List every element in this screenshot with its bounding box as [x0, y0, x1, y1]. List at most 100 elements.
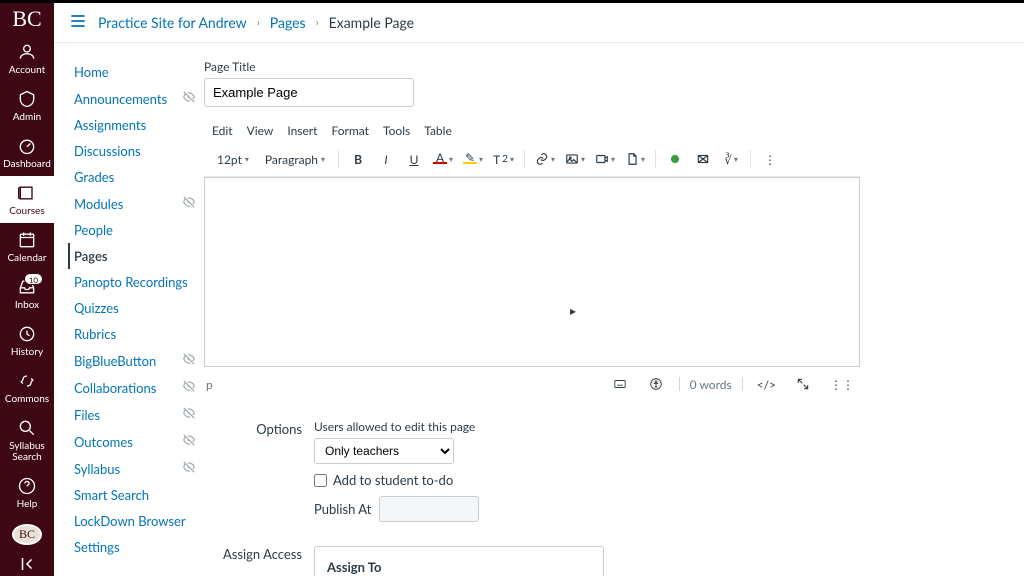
assign-access-label: Assign Access [204, 546, 314, 562]
course-nav-item[interactable]: Discussions [68, 138, 204, 164]
apps-button[interactable] [662, 146, 688, 172]
block-format-dropdown[interactable]: Paragraph▾ [258, 146, 332, 172]
text-color-button[interactable]: A▾ [429, 146, 457, 172]
course-nav-item[interactable]: Syllabus [68, 455, 204, 482]
link-button[interactable]: ▾ [531, 146, 559, 172]
course-nav-item[interactable]: LockDown Browser [68, 508, 204, 534]
superscript-button[interactable]: T2▾ [489, 146, 518, 172]
resize-handle[interactable]: ⋮⋮ [826, 371, 858, 397]
dashboard-icon [16, 135, 38, 157]
course-nav-label: Assignments [74, 117, 146, 133]
inbox-badge: 10 [24, 273, 43, 285]
accessibility-checker-button[interactable] [643, 371, 669, 397]
breadcrumb-current: Example Page [329, 14, 414, 31]
toolbar-overflow-button[interactable]: ⋮ [757, 146, 783, 172]
hamburger-icon[interactable] [68, 11, 88, 34]
breadcrumb-section[interactable]: Pages [270, 14, 306, 31]
hidden-icon [182, 433, 196, 450]
global-nav-collapse[interactable] [0, 553, 54, 576]
bold-button[interactable]: B [345, 146, 371, 172]
course-nav-item[interactable]: Home [68, 59, 204, 85]
editor-canvas[interactable]: ▸ [204, 177, 860, 367]
global-nav-courses[interactable]: Courses [0, 176, 54, 223]
italic-button[interactable]: I [373, 146, 399, 172]
course-nav-item[interactable]: Settings [68, 534, 204, 560]
editor-menu-tools[interactable]: Tools [383, 123, 410, 138]
assign-card: Assign To Everyone ✕ Start typing to sea… [314, 546, 604, 576]
global-nav-account[interactable]: Account [0, 35, 54, 82]
course-nav-item[interactable]: Outcomes [68, 428, 204, 455]
remove-button[interactable] [690, 146, 716, 172]
image-button[interactable]: ▾ [561, 146, 589, 172]
editor-statusbar: p 0 words </> ⋮⋮ [204, 367, 860, 401]
publish-at-input[interactable] [379, 496, 479, 522]
course-nav-label: Pages [74, 248, 108, 264]
course-nav-item[interactable]: Quizzes [68, 295, 204, 321]
add-todo-checkbox[interactable] [314, 474, 327, 487]
course-nav-label: Rubrics [74, 326, 116, 342]
editor-menu-format[interactable]: Format [331, 123, 369, 138]
fullscreen-button[interactable] [790, 371, 816, 397]
options-label: Options [204, 419, 314, 522]
hidden-icon [182, 406, 196, 423]
math-button[interactable]: ∛▾ [718, 146, 744, 172]
course-nav-label: Modules [74, 196, 123, 212]
editor-menu-edit[interactable]: Edit [212, 123, 233, 138]
breadcrumb-sep-icon: › [316, 16, 319, 29]
institution-logo[interactable]: BC [0, 3, 54, 35]
edit-permission-hint: Users allowed to edit this page [314, 419, 860, 434]
global-nav-commons[interactable]: Commons [0, 364, 54, 411]
document-button[interactable]: ▾ [621, 146, 649, 172]
course-nav-label: People [74, 222, 113, 238]
html-view-button[interactable]: </> [753, 371, 780, 397]
media-button[interactable]: ▾ [591, 146, 619, 172]
global-nav-inbox[interactable]: 10 Inbox [0, 270, 54, 317]
font-size-dropdown[interactable]: 12pt▾ [210, 146, 256, 172]
hidden-icon [182, 352, 196, 369]
keyboard-shortcuts-button[interactable] [607, 371, 633, 397]
courses-icon [16, 182, 38, 204]
editor-menubar: Edit View Insert Format Tools Table [204, 119, 860, 142]
course-nav-item[interactable]: Announcements [68, 85, 204, 112]
course-nav-item[interactable]: Pages [68, 243, 204, 269]
history-icon [16, 323, 38, 345]
course-nav-label: Outcomes [74, 434, 133, 450]
search-icon [16, 417, 38, 439]
course-nav-item[interactable]: Rubrics [68, 321, 204, 347]
course-nav-item[interactable]: Files [68, 401, 204, 428]
course-nav-item[interactable]: BigBlueButton [68, 347, 204, 374]
underline-button[interactable]: U [401, 146, 427, 172]
breadcrumb-site[interactable]: Practice Site for Andrew [98, 14, 247, 31]
course-nav-label: Collaborations [74, 380, 156, 396]
course-nav-item[interactable]: Modules [68, 190, 204, 217]
page-title-label: Page Title [204, 59, 860, 74]
page-title-input[interactable] [204, 78, 414, 107]
global-nav-syllabus-search[interactable]: Syllabus Search [0, 411, 54, 469]
hidden-icon [182, 379, 196, 396]
course-nav-item[interactable]: Assignments [68, 112, 204, 138]
editor-menu-view[interactable]: View [247, 123, 274, 138]
highlight-button[interactable]: ✎▾ [459, 146, 487, 172]
global-nav-calendar[interactable]: Calendar [0, 223, 54, 270]
global-nav-help[interactable]: Help [0, 469, 54, 516]
course-nav-label: Home [74, 64, 109, 80]
avatar[interactable]: BC [12, 524, 42, 545]
course-nav-item[interactable]: Panopto Recordings [68, 269, 204, 295]
edit-permission-select[interactable]: Only teachers [314, 438, 454, 464]
commons-icon [16, 370, 38, 392]
breadcrumb-sep-icon: › [257, 16, 260, 29]
global-nav-admin[interactable]: Admin [0, 82, 54, 129]
editor-menu-insert[interactable]: Insert [287, 123, 317, 138]
publish-at-label: Publish At [314, 501, 371, 517]
course-nav-label: BigBlueButton [74, 353, 156, 369]
course-nav-item[interactable]: People [68, 217, 204, 243]
hidden-icon [182, 195, 196, 212]
course-nav-item[interactable]: Grades [68, 164, 204, 190]
rich-text-editor: Edit View Insert Format Tools Table 12pt▾ Par… [204, 119, 860, 401]
course-nav-item[interactable]: Collaborations [68, 374, 204, 401]
global-nav-dashboard[interactable]: Dashboard [0, 129, 54, 176]
course-nav-item[interactable]: Smart Search [68, 482, 204, 508]
editor-menu-table[interactable]: Table [424, 123, 452, 138]
global-nav-history[interactable]: History [0, 317, 54, 364]
course-nav-label: Grades [74, 169, 114, 185]
